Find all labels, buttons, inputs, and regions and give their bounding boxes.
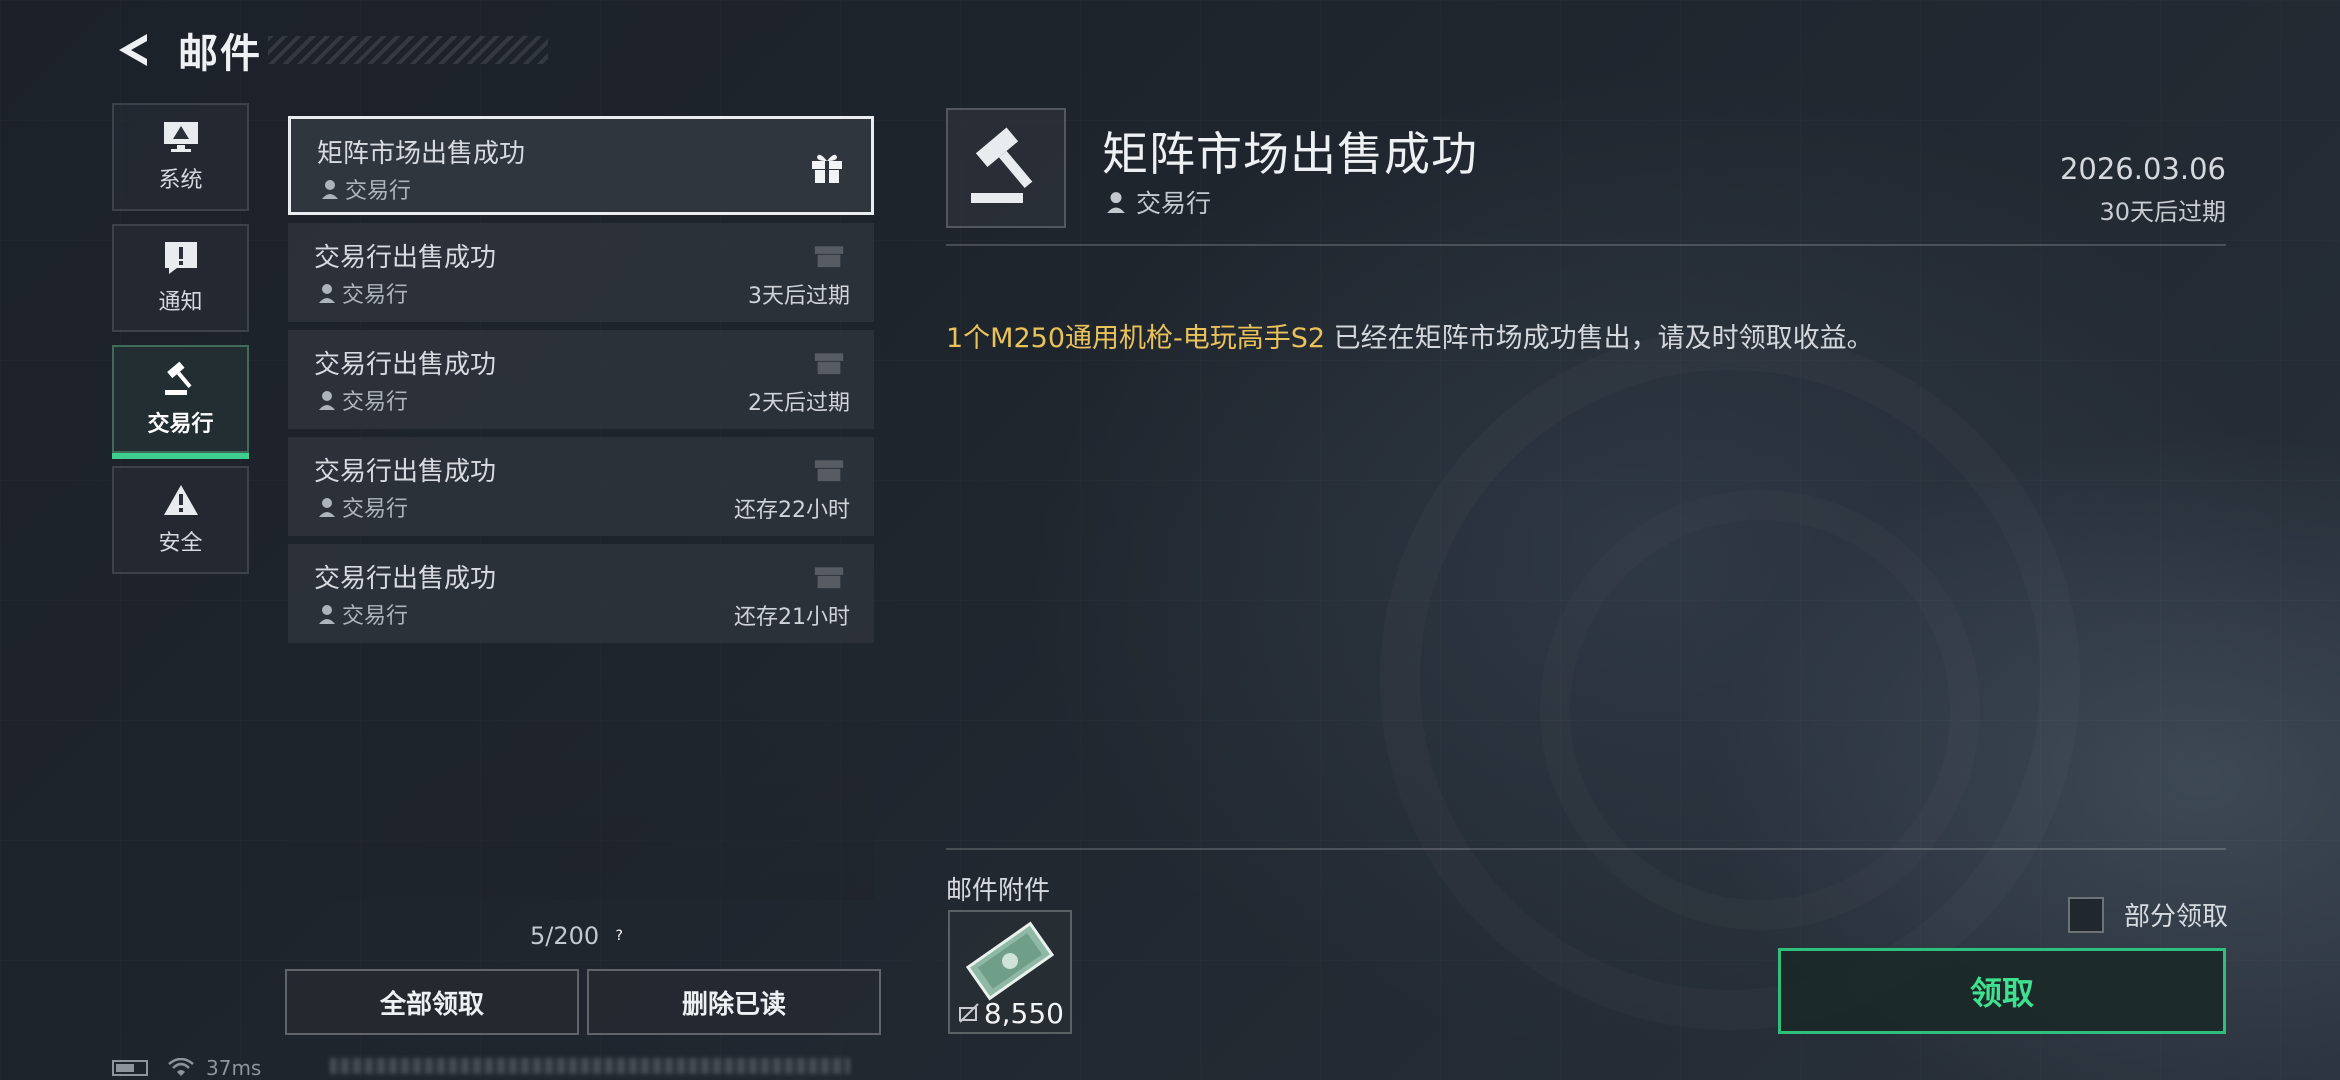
divider — [946, 848, 2226, 850]
partial-claim-toggle[interactable]: 部分领取 — [2067, 896, 2228, 933]
mail-type-icon-box — [946, 108, 1066, 228]
detail-body: 1个M250通用机枪-电玩高手S2 已经在矩阵市场成功售出，请及时领取收益。 — [946, 316, 1874, 355]
mail-item[interactable]: 交易行出售成功 交易行 2天后过期 — [288, 330, 874, 429]
mail-sender: 交易行 — [321, 173, 411, 205]
mail-subject: 交易行出售成功 — [314, 350, 497, 380]
divider — [946, 244, 2226, 246]
mail-sender: 交易行 — [318, 277, 408, 309]
mail-sender: 交易行 — [318, 491, 408, 523]
mail-item[interactable]: 交易行出售成功 交易行 还存22小时 — [288, 437, 874, 536]
gift-icon — [809, 149, 845, 189]
mail-subject: 交易行出售成功 — [314, 564, 497, 594]
category-label: 通知 — [158, 290, 203, 315]
category-system[interactable]: 系统 — [112, 103, 249, 211]
back-button[interactable] — [110, 27, 156, 73]
mail-subject: 交易行出售成功 — [314, 243, 497, 273]
gavel-icon — [164, 361, 192, 395]
attachment-item[interactable]: 8,550 — [948, 910, 1072, 1034]
detail-date: 2026.03.06 — [2059, 152, 2226, 186]
header: 邮件 — [110, 22, 548, 78]
category-trade[interactable]: 交易行 — [112, 345, 249, 459]
ping-label: 37ms — [206, 1056, 262, 1080]
mail-item[interactable]: 矩阵市场出售成功 交易行 — [288, 116, 874, 215]
gift-icon — [812, 235, 846, 273]
person-icon — [319, 605, 335, 624]
mail-sender-label: 交易行 — [342, 390, 409, 415]
mail-list-empty-area — [288, 650, 874, 900]
title-decoration — [268, 36, 548, 64]
mail-expire: 还存22小时 — [734, 498, 850, 523]
attachments-title: 邮件附件 — [946, 876, 1051, 906]
cash-icon — [965, 921, 1055, 1001]
warning-icon — [163, 485, 198, 515]
mail-sender: 交易行 — [318, 598, 408, 630]
gavel-icon — [971, 127, 1033, 203]
delete-read-button[interactable]: 删除已读 — [587, 969, 881, 1035]
mail-subject: 交易行出售成功 — [314, 457, 497, 487]
person-icon — [319, 284, 335, 303]
battery-icon — [112, 1060, 148, 1076]
status-bar-obscured-text — [330, 1058, 850, 1074]
gift-icon — [812, 556, 846, 594]
claim-all-button[interactable]: 全部领取 — [285, 969, 579, 1035]
help-icon[interactable]: ? — [609, 926, 629, 946]
category-security[interactable]: 安全 — [112, 466, 249, 574]
back-arrow-icon — [119, 34, 147, 66]
mail-sender: 交易行 — [318, 384, 408, 416]
page-title: 邮件 — [178, 31, 262, 77]
gift-icon — [812, 342, 846, 380]
mail-subject: 矩阵市场出售成功 — [317, 139, 526, 169]
person-icon — [1107, 192, 1125, 213]
partial-claim-checkbox[interactable] — [2067, 896, 2104, 933]
mail-item[interactable]: 交易行出售成功 交易行 还存21小时 — [288, 544, 874, 643]
mail-sender-label: 交易行 — [345, 179, 412, 204]
item-highlight: 1个M250通用机枪-电玩高手S2 — [946, 323, 1326, 354]
mail-sender-label: 交易行 — [342, 497, 409, 522]
mail-count: 5/200 — [530, 922, 600, 950]
exclamation-icon — [164, 242, 197, 274]
mail-sender-label: 交易行 — [342, 283, 409, 308]
mail-counter: 5/200 ? — [530, 922, 629, 950]
mail-expire: 3天后过期 — [748, 284, 850, 309]
person-icon — [319, 498, 335, 517]
category-label: 系统 — [158, 168, 203, 193]
mail-item[interactable]: 交易行出售成功 交易行 3天后过期 — [288, 223, 874, 322]
mail-expire: 2天后过期 — [748, 391, 850, 416]
claim-button[interactable]: 领取 — [1778, 948, 2226, 1034]
detail-title: 矩阵市场出售成功 — [1102, 127, 1478, 181]
partial-claim-label: 部分领取 — [2123, 902, 2228, 932]
mail-sender-label: 交易行 — [342, 604, 409, 629]
person-icon — [322, 180, 338, 199]
mail-expire: 还存21小时 — [734, 605, 850, 630]
gift-icon — [812, 449, 846, 487]
person-icon — [319, 391, 335, 410]
attachment-quantity: 8,550 — [983, 997, 1064, 1030]
background-emblem — [1380, 330, 2080, 1030]
monitor-icon — [163, 122, 198, 152]
category-notification[interactable]: 通知 — [112, 224, 249, 332]
detail-sender-label: 交易行 — [1136, 189, 1212, 218]
bound-icon — [959, 1003, 979, 1023]
detail-sender: 交易行 — [1106, 184, 1211, 220]
wifi-icon — [168, 1058, 194, 1076]
status-bar: 37ms — [112, 1056, 261, 1080]
category-label: 安全 — [158, 531, 203, 556]
category-label: 交易行 — [147, 412, 214, 437]
detail-expire: 30天后过期 — [2099, 198, 2226, 226]
body-text: 已经在矩阵市场成功售出，请及时领取收益。 — [1325, 323, 1874, 354]
